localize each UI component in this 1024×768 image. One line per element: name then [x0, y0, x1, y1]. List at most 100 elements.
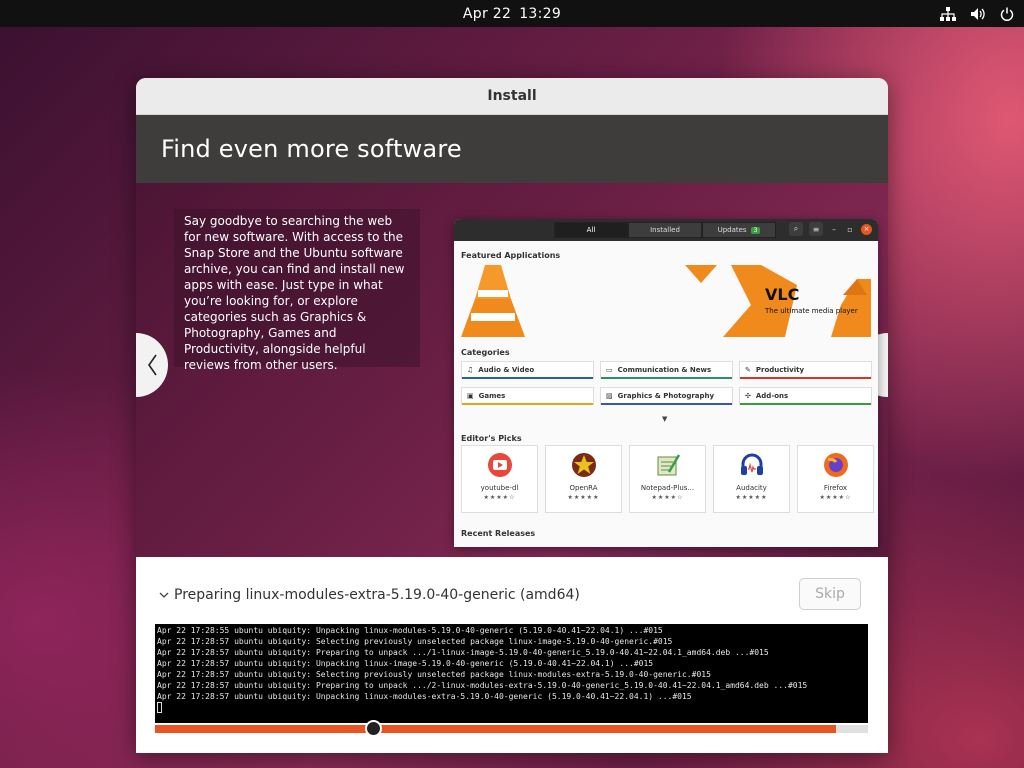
pick-name: Audacity: [736, 484, 767, 492]
dice-icon: ▣: [467, 392, 474, 400]
details-expander[interactable]: Preparing linux-modules-extra-5.19.0-40-…: [158, 587, 580, 603]
store-tab-updates: Updates 3: [702, 222, 776, 238]
menu-icon: ≡: [809, 222, 823, 236]
category-communication-news: ▭ Communication & News: [600, 361, 733, 379]
top-bar: Apr 22 13:29: [0, 0, 1024, 27]
featured-app-name: VLC: [765, 285, 800, 304]
window-title: Install: [136, 78, 888, 115]
log-line: Apr 22 17:28:57 ubuntu ubiquity: Unpacki…: [157, 659, 654, 668]
pick-card: Firefox ★★★★☆: [797, 445, 874, 513]
category-games: ▣ Games: [461, 387, 594, 405]
maximize-icon: ▫: [847, 224, 853, 234]
close-icon: ×: [861, 223, 872, 235]
featured-banner: VLC The ultimate media player: [461, 265, 871, 337]
category-audio-video: ♫ Audio & Video: [461, 361, 594, 379]
recent-releases-heading: Recent Releases: [461, 529, 536, 538]
progress-area: Preparing linux-modules-extra-5.19.0-40-…: [136, 557, 888, 753]
store-header: All Installed Updates 3 ⌕ ≡ – ▫ ×: [454, 219, 878, 241]
installer-window: Install Find even more software Say good…: [136, 78, 888, 753]
editors-picks-heading: Editor's Picks: [461, 434, 522, 443]
category-color-bar: [740, 403, 871, 405]
terminal-cursor: [157, 702, 162, 713]
store-window-controls: ⌕ ≡ – ▫ ×: [789, 222, 872, 236]
mouse-cursor: [365, 720, 382, 737]
clock-time: 13:29: [519, 5, 562, 22]
slide-description: Say goodbye to searching the web for new…: [174, 209, 420, 372]
system-tray[interactable]: [940, 0, 1014, 27]
power-icon[interactable]: [1000, 7, 1014, 21]
image-icon: ▨: [606, 392, 613, 400]
category-label: Productivity: [755, 366, 805, 374]
editors-picks-row: youtube-dl ★★★★☆ OpenRA ★★★★★ Notepad-Pl…: [461, 445, 874, 513]
store-tab-all: All: [554, 222, 628, 238]
volume-icon[interactable]: [970, 7, 986, 21]
pick-card: Notepad-Plus... ★★★★☆: [629, 445, 706, 513]
pick-stars: ★★★★☆: [651, 494, 684, 501]
search-icon: ⌕: [789, 222, 803, 236]
pick-stars: ★★★★☆: [483, 494, 516, 501]
pick-card: OpenRA ★★★★★: [545, 445, 622, 513]
chevron-left-icon: [148, 354, 157, 376]
categories-grid: ♫ Audio & Video ▭ Communication & News ✎ Pr…: [461, 361, 872, 405]
categories-heading: Categories: [461, 348, 510, 357]
notepad-icon: [657, 454, 680, 476]
pick-name: Firefox: [823, 484, 848, 492]
clock-date: Apr 22: [462, 5, 512, 22]
log-line: Apr 22 17:28:57 ubuntu ubiquity: Unpacki…: [157, 692, 692, 701]
pencil-icon: ✎: [745, 366, 751, 374]
star-icon: [571, 453, 596, 477]
firefox-icon: [823, 453, 848, 477]
category-label: Graphics & Photography: [617, 392, 715, 400]
chevron-down-icon: [159, 592, 169, 598]
log-line: Apr 22 17:28:57 ubuntu ubiquity: Selecti…: [157, 637, 673, 646]
category-color-bar: [601, 377, 732, 379]
category-color-bar: [601, 403, 732, 405]
category-productivity: ✎ Productivity: [739, 361, 872, 379]
category-label: Audio & Video: [478, 366, 535, 374]
log-line: Apr 22 17:28:55 ubuntu ubiquity: Unpacki…: [157, 626, 663, 635]
category-color-bar: [462, 403, 593, 405]
software-store-screenshot: All Installed Updates 3 ⌕ ≡ – ▫ × Feature…: [454, 219, 878, 547]
pick-card: Audacity ★★★★★: [713, 445, 790, 513]
pick-name: OpenRA: [569, 484, 598, 492]
log-line: Apr 22 17:28:57 ubuntu ubiquity: Selecti…: [157, 670, 711, 679]
pick-card: youtube-dl ★★★★☆: [461, 445, 538, 513]
tab-label: Installed: [650, 226, 680, 234]
pick-stars: ★★★★★: [567, 494, 600, 501]
category-label: Add-ons: [755, 392, 789, 400]
pick-stars: ★★★★★: [735, 494, 768, 501]
headphones-icon: [740, 453, 763, 475]
progress-status: Preparing linux-modules-extra-5.19.0-40-…: [174, 587, 580, 603]
pick-stars: ★★★★☆: [819, 494, 852, 501]
store-tabs: All Installed Updates 3: [554, 222, 776, 238]
network-icon[interactable]: [940, 6, 956, 21]
vlc-cone-icon: [461, 265, 871, 337]
music-note-icon: ♫: [467, 366, 474, 374]
pick-name: Notepad-Plus...: [640, 484, 695, 492]
install-progress-bar: [155, 725, 868, 733]
store-tab-installed: Installed: [628, 222, 702, 238]
skip-button[interactable]: Skip: [799, 578, 861, 610]
featured-app-tagline: The ultimate media player: [765, 307, 858, 315]
puzzle-icon: ✣: [745, 392, 751, 400]
featured-heading: Featured Applications: [461, 251, 561, 260]
tab-label: Updates: [717, 226, 747, 234]
category-color-bar: [740, 377, 871, 379]
category-graphics-photography: ▨ Graphics & Photography: [600, 387, 733, 405]
category-add-ons: ✣ Add-ons: [739, 387, 872, 405]
slide-banner-title: Find even more software: [136, 115, 888, 183]
category-label: Games: [478, 392, 506, 400]
progress-fill: [155, 725, 836, 733]
tab-label: All: [586, 226, 596, 234]
updates-badge: 3: [750, 226, 761, 234]
log-line: Apr 22 17:28:57 ubuntu ubiquity: Prepari…: [157, 681, 808, 690]
log-line: Apr 22 17:28:57 ubuntu ubiquity: Prepari…: [157, 648, 769, 657]
clock[interactable]: Apr 22 13:29: [463, 6, 561, 22]
pick-name: youtube-dl: [480, 484, 519, 492]
play-icon: [487, 453, 512, 477]
previous-slide-button[interactable]: [136, 333, 168, 397]
install-log-terminal[interactable]: Apr 22 17:28:55 ubuntu ubiquity: Unpacki…: [155, 624, 868, 723]
minimize-icon: –: [832, 224, 836, 234]
expand-categories-icon: ▼: [662, 415, 668, 423]
chat-icon: ▭: [606, 366, 613, 374]
